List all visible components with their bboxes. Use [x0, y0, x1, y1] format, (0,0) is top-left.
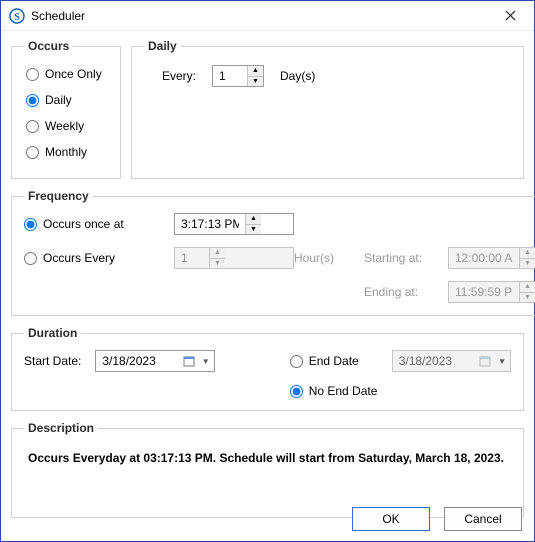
freq-once-time-input[interactable]: [175, 214, 245, 234]
occurs-label-daily: Daily: [45, 93, 72, 107]
occurs-group: Occurs Once Only Daily Weekly: [11, 39, 121, 179]
spinner-up-icon[interactable]: ▲: [248, 66, 263, 77]
freq-radio-every[interactable]: [24, 252, 37, 265]
spinner-arrows: ▲ ▼: [519, 282, 535, 302]
duration-group: Duration Start Date: 3/18/2023 ▼: [11, 326, 524, 411]
close-button[interactable]: [494, 4, 526, 28]
freq-ending-spinner: ▲ ▼: [448, 281, 535, 303]
description-legend: Description: [24, 421, 98, 435]
occurs-option-monthly[interactable]: Monthly: [26, 145, 106, 159]
occurs-legend: Occurs: [24, 39, 73, 53]
scheduler-dialog: S Scheduler Occurs Once Only: [0, 0, 535, 542]
spinner-arrows: ▲ ▼: [247, 66, 263, 86]
ok-button[interactable]: OK: [352, 507, 430, 531]
spinner-down-icon: ▼: [520, 259, 535, 269]
duration-start-value: 3/18/2023: [102, 354, 155, 368]
chevron-down-icon: ▼: [202, 357, 210, 366]
chevron-down-icon: ▼: [498, 357, 506, 366]
duration-end-picker: 3/18/2023 ▼: [392, 350, 511, 372]
spinner-up-icon: ▲: [520, 248, 535, 259]
close-icon: [505, 10, 516, 21]
freq-every-unit: Hour(s): [294, 251, 364, 265]
spinner-down-icon: ▼: [520, 293, 535, 303]
freq-ending-label: Ending at:: [364, 285, 436, 299]
duration-option-noend[interactable]: No End Date: [290, 384, 511, 398]
frequency-legend: Frequency: [24, 189, 93, 203]
daily-unit-label: Day(s): [280, 69, 315, 83]
occurs-option-daily[interactable]: Daily: [26, 93, 106, 107]
occurs-radio-once[interactable]: [26, 68, 39, 81]
daily-every-input[interactable]: [213, 66, 247, 86]
freq-option-every[interactable]: Occurs Every: [24, 251, 174, 265]
freq-every-spinner: ▲ ▼: [174, 247, 294, 269]
daily-legend: Daily: [144, 39, 181, 53]
duration-start-label: Start Date:: [24, 354, 81, 368]
titlebar: S Scheduler: [1, 1, 534, 31]
occurs-radio-monthly[interactable]: [26, 146, 39, 159]
description-text: Occurs Everyday at 03:17:13 PM. Schedule…: [24, 445, 511, 505]
spinner-down-icon[interactable]: ▼: [248, 77, 263, 87]
calendar-icon: [182, 354, 196, 368]
occurs-radio-daily[interactable]: [26, 94, 39, 107]
freq-ending-input: [449, 282, 519, 302]
daily-every-spinner[interactable]: ▲ ▼: [212, 65, 264, 87]
duration-radio-enddate[interactable]: [290, 355, 303, 368]
occurs-label-monthly: Monthly: [45, 145, 87, 159]
freq-option-once[interactable]: Occurs once at: [24, 217, 174, 231]
spinner-up-icon[interactable]: ▲: [246, 214, 261, 225]
duration-start-picker[interactable]: 3/18/2023 ▼: [95, 350, 214, 372]
freq-label-once: Occurs once at: [43, 217, 124, 231]
duration-end-value: 3/18/2023: [399, 354, 452, 368]
spinner-arrows: ▲ ▼: [519, 248, 535, 268]
app-icon: S: [9, 8, 25, 24]
svg-text:S: S: [14, 12, 20, 23]
freq-starting-label: Starting at:: [364, 251, 436, 265]
spinner-arrows: ▲ ▼: [209, 248, 225, 268]
cancel-button[interactable]: Cancel: [444, 507, 522, 531]
freq-every-input: [175, 248, 209, 268]
duration-radio-noend[interactable]: [290, 385, 303, 398]
occurs-option-weekly[interactable]: Weekly: [26, 119, 106, 133]
freq-once-time-spinner[interactable]: ▲ ▼: [174, 213, 294, 235]
spinner-down-icon[interactable]: ▼: [246, 225, 261, 235]
occurs-label-weekly: Weekly: [45, 119, 84, 133]
daily-every-label: Every:: [162, 69, 196, 83]
daily-group: Daily Every: ▲ ▼ Day(s): [131, 39, 524, 179]
duration-enddate-label: End Date: [309, 354, 359, 368]
window-title: Scheduler: [31, 9, 494, 23]
occurs-option-once[interactable]: Once Only: [26, 67, 106, 81]
freq-label-every: Occurs Every: [43, 251, 115, 265]
spinner-down-icon: ▼: [210, 259, 225, 269]
duration-option-enddate[interactable]: End Date: [290, 354, 380, 368]
freq-starting-input: [449, 248, 519, 268]
description-group: Description Occurs Everyday at 03:17:13 …: [11, 421, 524, 518]
occurs-radio-weekly[interactable]: [26, 120, 39, 133]
spinner-up-icon: ▲: [210, 248, 225, 259]
calendar-icon: [478, 354, 492, 368]
spinner-up-icon: ▲: [520, 282, 535, 293]
freq-starting-spinner: ▲ ▼: [448, 247, 535, 269]
spinner-arrows: ▲ ▼: [245, 214, 261, 234]
occurs-label-once: Once Only: [45, 67, 102, 81]
duration-noend-label: No End Date: [309, 384, 378, 398]
frequency-group: Frequency Occurs once at ▲ ▼: [11, 189, 535, 316]
freq-radio-once[interactable]: [24, 218, 37, 231]
dialog-footer: OK Cancel: [352, 507, 522, 531]
duration-legend: Duration: [24, 326, 81, 340]
